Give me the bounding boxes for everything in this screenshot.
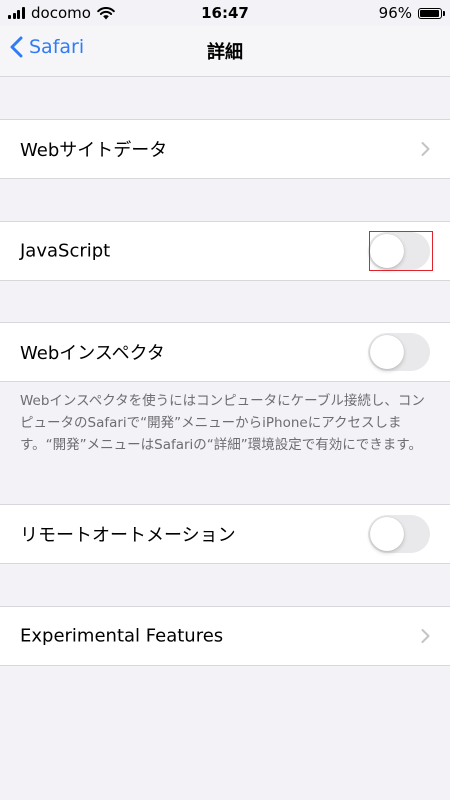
battery-fill xyxy=(420,9,440,17)
experimental-features-label: Experimental Features xyxy=(20,625,224,647)
toggle-knob xyxy=(370,234,404,268)
website-data-row[interactable]: Webサイトデータ xyxy=(0,119,450,179)
web-inspector-row: Webインスペクタ xyxy=(0,322,450,382)
chevron-right-icon xyxy=(421,142,430,156)
javascript-toggle[interactable] xyxy=(368,232,430,270)
website-data-label: Webサイトデータ xyxy=(20,140,168,161)
web-inspector-toggle[interactable] xyxy=(368,333,430,371)
experimental-features-row[interactable]: Experimental Features xyxy=(0,606,450,666)
web-inspector-description: Webインスペクタを使うにはコンピュータにケーブル接続し、コンピュータのSafa… xyxy=(20,393,425,453)
toggle-knob xyxy=(370,335,404,369)
battery-tip xyxy=(443,10,445,16)
chevron-right-icon xyxy=(421,629,430,643)
page-title: 詳細 xyxy=(207,42,243,63)
battery-icon xyxy=(418,7,445,19)
toggle-knob xyxy=(370,517,404,551)
remote-automation-label: リモートオートメーション xyxy=(20,525,236,546)
remote-automation-row: リモートオートメーション xyxy=(0,504,450,564)
battery-percentage: 96% xyxy=(378,4,412,22)
remote-automation-toggle[interactable] xyxy=(368,515,430,553)
navigation-bar: Safari 詳細 xyxy=(0,26,450,77)
javascript-label: JavaScript xyxy=(20,240,111,262)
javascript-row: JavaScript xyxy=(0,221,450,281)
status-bar: docomo 16:47 96% xyxy=(0,0,450,26)
web-inspector-label: Webインスペクタ xyxy=(20,343,165,364)
status-right: 96% xyxy=(378,4,445,22)
